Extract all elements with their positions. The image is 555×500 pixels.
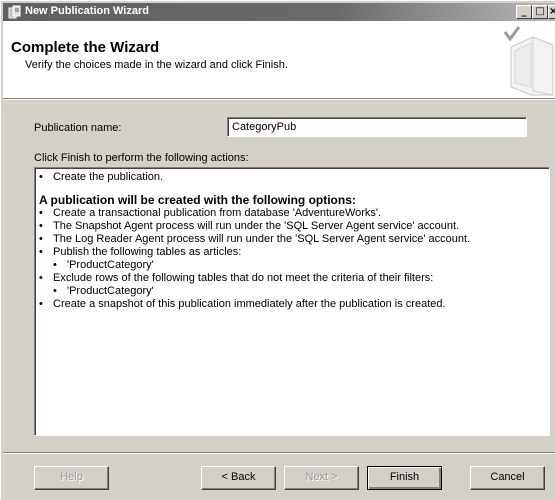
wizard-header: Complete the Wizard Verify the choices m… xyxy=(3,21,555,98)
bullet: • xyxy=(39,272,43,284)
publication-name-label: Publication name: xyxy=(34,122,122,134)
list-item-text: Create a snapshot of this publication im… xyxy=(53,298,446,310)
publication-name-input[interactable] xyxy=(227,117,527,137)
actions-label: Click Finish to perform the following ac… xyxy=(34,152,249,164)
list-item-text: 'ProductCategory' xyxy=(67,259,154,271)
wizard-book-checkmark-icon xyxy=(503,26,554,96)
cancel-button[interactable]: Cancel xyxy=(470,466,545,490)
bullet: • xyxy=(39,171,43,183)
list-item: • Create a transactional publication from… xyxy=(39,207,545,220)
list-item: • The Snapshot Agent process will run und… xyxy=(39,220,545,233)
list-item-text: Exclude rows of the following tables tha… xyxy=(53,272,434,284)
next-button[interactable]: Next > xyxy=(284,466,359,490)
bullet: • xyxy=(39,220,43,232)
finish-button[interactable]: Finish xyxy=(367,466,442,490)
minimize-button[interactable]: _ xyxy=(516,5,532,19)
bullet: • xyxy=(39,298,43,310)
maximize-button[interactable]: □ xyxy=(532,5,548,19)
list-item-text: The Snapshot Agent process will run unde… xyxy=(53,220,460,232)
bullet: • xyxy=(39,233,43,245)
back-button[interactable]: < Back xyxy=(201,466,276,490)
list-item: • Exclude rows of the following tables th… xyxy=(39,272,545,285)
list-item-text: Create a transactional publication from … xyxy=(53,207,382,219)
close-button[interactable]: × xyxy=(548,5,555,19)
help-button[interactable]: Help xyxy=(34,466,109,490)
bullet: • xyxy=(39,246,43,258)
list-item: • Create a snapshot of this publication i… xyxy=(39,298,545,311)
actions-textbox[interactable]: • Create the publication. A publication … xyxy=(34,167,550,436)
list-item-text: Publish the following tables as articles… xyxy=(53,246,242,258)
list-item-text: 'ProductCategory' xyxy=(67,285,154,297)
title-bar[interactable]: New Publication Wizard _ □ × xyxy=(3,3,555,21)
list-item: • 'ProductCategory' xyxy=(39,285,545,298)
bullet: • xyxy=(53,285,57,297)
bullet: • xyxy=(39,207,43,219)
list-item: • 'ProductCategory' xyxy=(39,259,545,272)
window-title: New Publication Wizard xyxy=(25,5,149,17)
bullet: • xyxy=(53,259,57,271)
options-heading: A publication will be created with the f… xyxy=(39,193,356,207)
list-item-text: The Log Reader Agent process will run un… xyxy=(53,233,471,245)
list-item: • Publish the following tables as article… xyxy=(39,246,545,259)
page-subtitle: Verify the choices made in the wizard an… xyxy=(25,59,288,71)
list-item-text: Create the publication. xyxy=(53,171,164,183)
wizard-window: New Publication Wizard _ □ × Complete th… xyxy=(0,0,555,500)
options-list: • Create a transactional publication from… xyxy=(39,207,545,311)
list-item: • The Log Reader Agent process will run u… xyxy=(39,233,545,246)
page-title: Complete the Wizard xyxy=(11,39,160,56)
list-item: • Create the publication. xyxy=(39,171,545,184)
wizard-app-icon xyxy=(8,5,21,19)
